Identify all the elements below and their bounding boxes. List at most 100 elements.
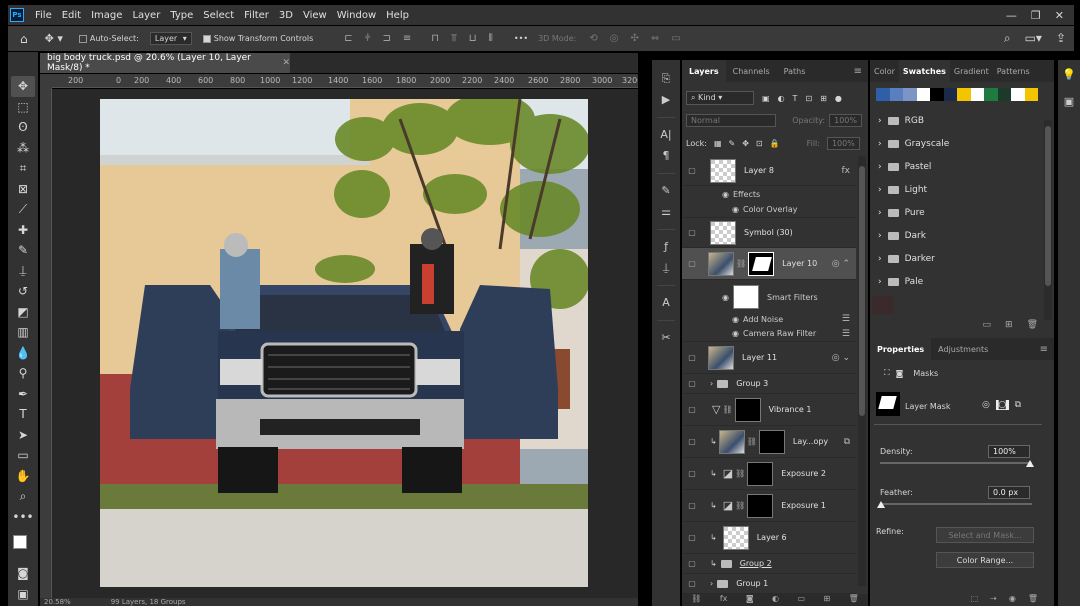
brush-settings-icon[interactable]: ✎ [656,180,676,201]
swatch-folder[interactable]: › Pale [870,270,1054,293]
glyphs-panel-icon[interactable]: ƒ [656,236,676,257]
eyedropper-tool-icon[interactable]: ⟋ [11,199,35,220]
delete-swatch-icon[interactable]: 🗑 [1027,320,1038,336]
brush-tool-icon[interactable]: ✎ [11,240,35,261]
pixel-mask-icon[interactable]: ⛶ [884,368,890,378]
new-group-icon[interactable]: ▭ [983,320,992,336]
menu-type[interactable]: Type [165,10,198,21]
eye-icon[interactable]: ◉ [722,293,729,302]
vertical-ruler[interactable] [40,88,52,600]
color-range-button[interactable]: Color Range... [936,552,1034,568]
swatch-chip[interactable] [872,296,894,314]
3d-orbit-icon[interactable]: ⟲ [589,33,597,44]
lock-image-icon[interactable]: ✎ [729,139,736,148]
color-swatch[interactable] [1011,88,1025,101]
expand-chevron-icon[interactable]: › [710,379,713,388]
filter-adjustment-icon[interactable]: ◐ [778,94,785,103]
effect-row[interactable]: ◉ Color Overlay [682,202,856,218]
layer-row[interactable]: ▢ ↳ ◪ ⛓ Exposure 1 [682,490,856,522]
menu-image[interactable]: Image [86,10,127,21]
link-icon[interactable]: ⛓ [735,501,745,510]
add-style-icon[interactable]: fx [720,594,728,606]
add-vector-mask-icon[interactable]: ⧉ [1015,400,1021,410]
smart-filter-icon[interactable]: ◎ ⌄ [832,353,856,363]
panel-menu-icon[interactable]: ≡ [1040,344,1048,355]
auto-select-checkbox[interactable] [78,34,87,43]
clone-stamp-tool-icon[interactable]: ⍊ [11,261,35,282]
menu-window[interactable]: Window [332,10,381,21]
menu-filter[interactable]: Filter [239,10,274,21]
learn-lightbulb-icon[interactable]: 💡 [1062,68,1076,81]
align-hcenter-icon[interactable]: ⫩ [365,33,371,44]
swatch-folder[interactable]: › Dark [870,224,1054,247]
more-options-button[interactable]: ••• [509,34,533,43]
share-icon[interactable]: ⇪ [1056,31,1066,46]
apply-mask-icon[interactable]: ⇢ [990,594,997,606]
feather-slider-knob[interactable] [877,501,885,508]
distribute-vertical-icon[interactable]: ⦀ [489,33,493,44]
add-mask-icon[interactable]: ◙ [746,594,754,606]
effects-fx-icon[interactable]: fx [842,166,857,176]
filter-type-icon[interactable]: T [793,94,798,103]
zoom-tool-icon[interactable]: ⌕ [11,486,35,507]
layer-mask-thumbnail[interactable] [747,461,774,486]
color-swatch[interactable] [876,88,890,101]
path-selection-tool-icon[interactable]: ➤ [11,425,35,446]
align-right-icon[interactable]: ⊐ [382,33,390,44]
healing-brush-tool-icon[interactable]: ✚ [11,220,35,241]
swatches-scrollbar[interactable] [1044,120,1052,320]
link-icon[interactable]: ⛓ [722,405,732,414]
link-layers-icon[interactable]: ⛓ [691,594,701,606]
filter-options-icon[interactable]: ☰ [842,329,856,339]
lock-position-icon[interactable]: ✥ [742,139,749,148]
layer-row[interactable]: ▢ Symbol (30) [682,218,856,248]
workspace-icon[interactable]: ▭▾ [1025,31,1042,46]
close-document-icon[interactable]: ✕ [282,58,290,68]
history-panel-icon[interactable]: ⎘ [656,68,676,89]
lock-transparent-icon[interactable]: ▦ [714,139,722,148]
tab-properties[interactable]: Properties [870,338,932,360]
visibility-toggle[interactable]: ▢ [682,405,702,414]
color-swatch[interactable] [970,88,984,101]
eye-icon[interactable]: ◉ [732,205,739,214]
new-layer-icon[interactable]: ⊞ [823,594,830,606]
adjustments-sliders-icon[interactable]: ⚌ [656,201,676,222]
restore-button[interactable]: ❐ [1031,9,1041,22]
character-panel-icon[interactable]: A| [656,124,676,145]
visibility-toggle[interactable]: ▢ [682,228,702,237]
visibility-toggle[interactable]: ▢ [682,501,702,510]
swatch-folder[interactable]: › Darker [870,247,1054,270]
marquee-tool-icon[interactable]: ⬚ [11,97,35,118]
color-swatch[interactable] [930,88,944,101]
menu-help[interactable]: Help [381,10,414,21]
visibility-toggle[interactable]: ▢ [682,259,702,268]
close-window-button[interactable]: ✕ [1055,9,1064,22]
menu-select[interactable]: Select [198,10,239,21]
filter-row[interactable]: ◉ Camera Raw Filter ☰ [682,326,856,342]
layers-scrollbar[interactable] [858,156,866,586]
lock-artboard-icon[interactable]: ⊡ [756,139,763,148]
swatch-folder[interactable]: › Light [870,178,1054,201]
tab-gradient[interactable]: Gradient [950,60,993,82]
layer-row[interactable]: ▢ ▽ ⛓ Vibrance 1 [682,394,856,426]
link-icon[interactable]: ⛓ [747,437,757,446]
filter-options-icon[interactable]: ☰ [842,314,856,324]
group-row[interactable]: ▢ › Group 1 [682,574,856,594]
scrollbar-thumb[interactable] [1045,126,1051,286]
blur-tool-icon[interactable]: 💧 [11,343,35,364]
tab-channels[interactable]: Channels [726,60,777,82]
filter-row[interactable]: ◉ Add Noise ☰ [682,312,856,326]
density-slider[interactable] [880,462,1032,464]
density-slider-knob[interactable] [1026,460,1034,467]
smart-filter-mask-thumbnail[interactable] [732,285,759,309]
color-swatch[interactable] [889,88,903,101]
align-left-icon[interactable]: ⊏ [344,33,352,44]
vector-mask-icon[interactable]: ◙ [896,369,904,378]
crop-tool-icon[interactable]: ⌗ [11,158,35,179]
menu-edit[interactable]: Edit [57,10,86,21]
swatch-folder[interactable]: › Pastel [870,155,1054,178]
horizontal-ruler[interactable]: 200 0 200 400 600 800 1000 1200 1400 160… [52,74,638,88]
new-group-icon[interactable]: ▭ [797,594,805,606]
delete-layer-icon[interactable]: 🗑 [849,594,859,606]
color-swatch[interactable] [984,88,998,101]
